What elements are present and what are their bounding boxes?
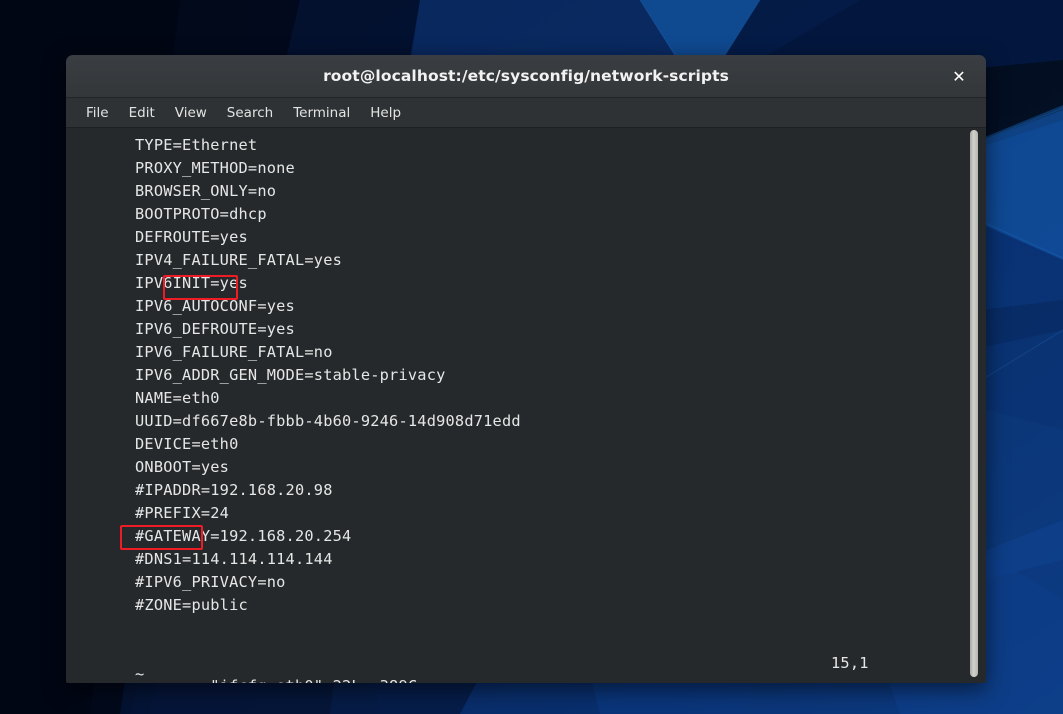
editor-line: IPV4_FAILURE_FATAL=yes xyxy=(135,251,343,269)
editor-line: #PREFIX=24 xyxy=(135,504,230,522)
menu-item-view[interactable]: View xyxy=(165,102,217,124)
editor-line: IPV6_FAILURE_FATAL=no xyxy=(135,343,333,361)
editor-line: ONBOOT=yes xyxy=(135,458,230,476)
terminal-window[interactable]: root@localhost:/etc/sysconfig/network-sc… xyxy=(66,55,986,683)
editor-line: IPV6_AUTOCONF=yes xyxy=(135,297,295,315)
menu-item-help[interactable]: Help xyxy=(360,102,411,124)
vim-status-line: "ifcfg-eth0" 22L, 389C 15,1 All xyxy=(66,652,986,683)
editor-line: #ZONE=public xyxy=(135,596,248,614)
menu-item-file[interactable]: File xyxy=(76,102,119,124)
menu-item-terminal[interactable]: Terminal xyxy=(283,102,360,124)
editor-line: #IPADDR=192.168.20.98 xyxy=(135,481,333,499)
window-title: root@localhost:/etc/sysconfig/network-sc… xyxy=(323,67,729,85)
close-icon[interactable]: ✕ xyxy=(944,62,974,90)
editor-line: NAME=eth0 xyxy=(135,389,220,407)
scrollbar-thumb[interactable] xyxy=(970,130,978,677)
editor-lines: TYPE=Ethernet PROXY_METHOD=none BROWSER_ON… xyxy=(135,128,986,683)
editor-line: #GATEWAY=192.168.20.254 xyxy=(135,527,352,545)
editor-line: DEVICE=eth0 xyxy=(135,435,239,453)
editor-line: DEFROUTE=yes xyxy=(135,228,248,246)
editor-line: #IPV6_PRIVACY=no xyxy=(135,573,286,591)
desktop: root@localhost:/etc/sysconfig/network-sc… xyxy=(0,0,1063,714)
editor-line: UUID=df667e8b-fbbb-4b60-9246-14d908d71ed… xyxy=(135,412,521,430)
editor-line: PROXY_METHOD=none xyxy=(135,159,295,177)
editor-line: #DNS1=114.114.114.144 xyxy=(135,550,333,568)
editor-line: BROWSER_ONLY=no xyxy=(135,182,277,200)
status-file-info: "ifcfg-eth0" 22L, 389C xyxy=(210,677,417,683)
window-title-bar[interactable]: root@localhost:/etc/sysconfig/network-sc… xyxy=(66,55,986,98)
editor-line: TYPE=Ethernet xyxy=(135,136,258,154)
editor-buffer[interactable]: TYPE=Ethernet PROXY_METHOD=none BROWSER_ON… xyxy=(66,128,986,683)
editor-line: IPV6_ADDR_GEN_MODE=stable-privacy xyxy=(135,366,446,384)
menu-bar[interactable]: File Edit View Search Terminal Help xyxy=(66,98,986,128)
scrollbar-track[interactable] xyxy=(968,128,980,683)
terminal-screen[interactable]: TYPE=Ethernet PROXY_METHOD=none BROWSER_ON… xyxy=(66,128,986,683)
menu-item-search[interactable]: Search xyxy=(217,102,283,124)
editor-line: IPV6_DEFROUTE=yes xyxy=(135,320,295,338)
menu-item-edit[interactable]: Edit xyxy=(119,102,165,124)
editor-line: BOOTPROTO=dhcp xyxy=(135,205,267,223)
status-cursor-position: 15,1 xyxy=(831,654,869,672)
editor-line: IPV6INIT=yes xyxy=(135,274,248,292)
